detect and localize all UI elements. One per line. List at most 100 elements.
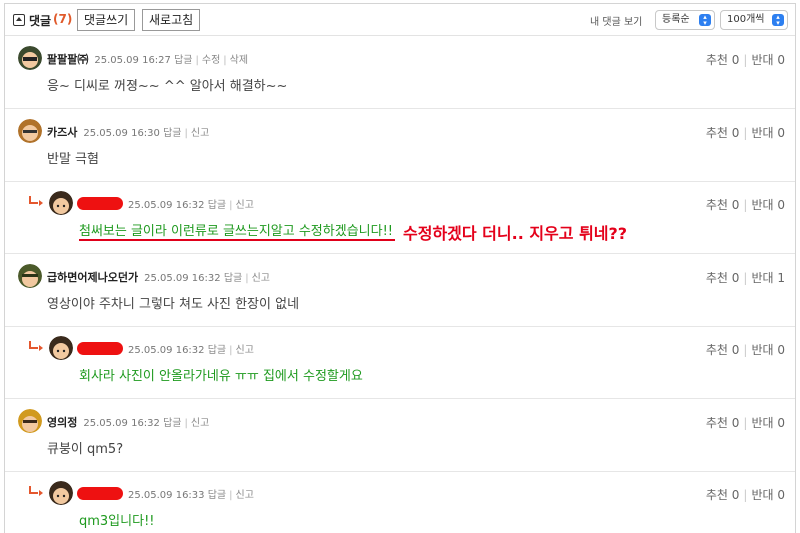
upvote-button[interactable]: 추천 0 <box>706 343 740 357</box>
report-link[interactable]: 신고 <box>236 345 254 356</box>
downvote-button[interactable]: 반대 0 <box>751 126 785 140</box>
comment-meta: 25.05.09 16:32 답글 | 신고 <box>77 196 254 211</box>
vote-box: 추천 0 | 반대 0 <box>706 51 785 68</box>
upvote-button[interactable]: 추천 0 <box>706 53 740 67</box>
vote-box: 추천 0 | 반대 0 <box>706 486 785 503</box>
comment-meta: 25.05.09 16:32 답글 | 신고 <box>77 341 254 356</box>
comment-date: 25.05.09 16:27 <box>94 55 171 66</box>
avatar <box>18 46 42 70</box>
comment-text: 큐붕이 qm5? <box>47 442 124 457</box>
comment-title: 댓글 <box>29 14 52 28</box>
report-link[interactable]: 신고 <box>252 273 270 284</box>
page-size-select-value: 100개씩 <box>727 14 765 25</box>
redacted-nickname <box>77 487 123 500</box>
avatar <box>49 336 73 360</box>
edit-link[interactable]: 수정 <box>202 55 220 66</box>
divider: | <box>229 200 233 211</box>
write-comment-button[interactable]: 댓글쓰기 <box>77 9 136 31</box>
redacted-nickname <box>77 342 123 355</box>
comment-item: 카즈사 25.05.09 16:30 답글 | 신고 반말 극혐 추천 0 | 반대 0 <box>5 110 795 182</box>
nickname[interactable]: 카즈사 <box>47 126 77 139</box>
downvote-button[interactable]: 반대 1 <box>751 271 785 285</box>
collapse-icon[interactable] <box>13 14 25 26</box>
divider: | <box>743 198 748 212</box>
comment-toolbar: 댓글 (7) 댓글쓰기 새로고침 내 댓글 보기 등록순 ▴ ▾ 100개씩 ▴ ▾ <box>5 4 795 36</box>
divider: | <box>743 488 748 502</box>
report-link[interactable]: 신고 <box>191 128 209 139</box>
select-arrows-icon: ▴ ▾ <box>772 14 784 27</box>
reply-arrow-icon <box>29 486 43 496</box>
reply-link[interactable]: 답글 <box>208 200 226 211</box>
reply-link[interactable]: 답글 <box>174 55 192 66</box>
redacted-nickname <box>77 197 123 210</box>
comment-item: 급하면어제나오던가 25.05.09 16:32 답글 | 신고 영상이야 주차니 그… <box>5 255 795 327</box>
comment-date: 25.05.09 16:32 <box>144 273 221 284</box>
divider: | <box>743 416 748 430</box>
reply-item: 25.05.09 16:33 답글 | 신고 qm3입니다!! 추천 0 | 반대 0 <box>5 472 795 533</box>
divider: | <box>229 345 233 356</box>
reply-item: 25.05.09 16:32 답글 | 신고 회사라 사진이 안올라가네유 ㅠㅠ 집… <box>5 327 795 399</box>
my-comments-link[interactable]: 내 댓글 보기 <box>590 13 642 28</box>
upvote-button[interactable]: 추천 0 <box>706 416 740 430</box>
sort-select[interactable]: 등록순 ▴ ▾ <box>655 10 715 30</box>
comment-text: 영상이야 주차니 그렇다 쳐도 사진 한장이 없네 <box>47 297 300 312</box>
vote-box: 추천 0 | 반대 0 <box>706 124 785 141</box>
annotation-underline <box>79 239 395 241</box>
divider: | <box>195 55 199 66</box>
report-link[interactable]: 신고 <box>236 200 254 211</box>
upvote-button[interactable]: 추천 0 <box>706 126 740 140</box>
comment-text: 반말 극혐 <box>47 152 99 167</box>
comment-meta: 25.05.09 16:33 답글 | 신고 <box>77 486 254 501</box>
reply-link[interactable]: 답글 <box>224 273 242 284</box>
downvote-button[interactable]: 반대 0 <box>751 416 785 430</box>
avatar <box>49 481 73 505</box>
reply-link[interactable]: 답글 <box>208 490 226 501</box>
vote-box: 추천 0 | 반대 0 <box>706 414 785 431</box>
avatar <box>18 409 42 433</box>
reply-link[interactable]: 답글 <box>208 345 226 356</box>
reply-arrow-icon <box>29 341 43 351</box>
reply-link[interactable]: 답글 <box>163 418 181 429</box>
downvote-button[interactable]: 반대 0 <box>751 53 785 67</box>
upvote-button[interactable]: 추천 0 <box>706 198 740 212</box>
divider: | <box>229 490 233 501</box>
reply-link[interactable]: 답글 <box>163 128 181 139</box>
comment-text: 응~ 디씨로 꺼졍~~ ^^ 알아서 해결하~~ <box>47 79 288 94</box>
comment-meta: 급하면어제나오던가 25.05.09 16:32 답글 | 신고 <box>47 269 270 285</box>
divider: | <box>743 343 748 357</box>
comment-date: 25.05.09 16:32 <box>83 418 160 429</box>
nickname[interactable]: 급하면어제나오던가 <box>47 271 138 284</box>
comment-text: qm3입니다!! <box>79 514 155 529</box>
page-size-select[interactable]: 100개씩 ▴ ▾ <box>720 10 788 30</box>
report-link[interactable]: 신고 <box>236 490 254 501</box>
comment-meta: 카즈사 25.05.09 16:30 답글 | 신고 <box>47 124 209 140</box>
divider: | <box>223 55 227 66</box>
comment-text: 회사라 사진이 안올라가네유 ㅠㅠ 집에서 수정할게요 <box>79 369 363 384</box>
comment-date: 25.05.09 16:32 <box>128 345 205 356</box>
delete-link[interactable]: 삭제 <box>230 55 248 66</box>
avatar <box>49 191 73 215</box>
report-link[interactable]: 신고 <box>191 418 209 429</box>
vote-box: 추천 0 | 반대 0 <box>706 341 785 358</box>
divider: | <box>184 418 188 429</box>
downvote-button[interactable]: 반대 0 <box>751 343 785 357</box>
upvote-button[interactable]: 추천 0 <box>706 488 740 502</box>
divider: | <box>743 271 748 285</box>
nickname[interactable]: 영의정 <box>47 416 77 429</box>
refresh-button[interactable]: 새로고침 <box>142 9 201 31</box>
upvote-button[interactable]: 추천 0 <box>706 271 740 285</box>
reply-arrow-icon <box>29 196 43 206</box>
nickname[interactable]: 팔팔팔㈜ <box>47 53 88 66</box>
comment-date: 25.05.09 16:33 <box>128 490 205 501</box>
divider: | <box>743 53 748 67</box>
downvote-button[interactable]: 반대 0 <box>751 488 785 502</box>
comment-date: 25.05.09 16:30 <box>83 128 160 139</box>
divider: | <box>184 128 188 139</box>
vote-box: 추천 0 | 반대 1 <box>706 269 785 286</box>
comment-meta: 영의정 25.05.09 16:32 답글 | 신고 <box>47 414 209 430</box>
sort-select-value: 등록순 <box>662 14 690 25</box>
downvote-button[interactable]: 반대 0 <box>751 198 785 212</box>
divider: | <box>743 126 748 140</box>
avatar <box>18 119 42 143</box>
comment-text: 첨써보는 글이라 이런류로 글쓰는지알고 수정하겠습니다!! <box>79 224 393 239</box>
